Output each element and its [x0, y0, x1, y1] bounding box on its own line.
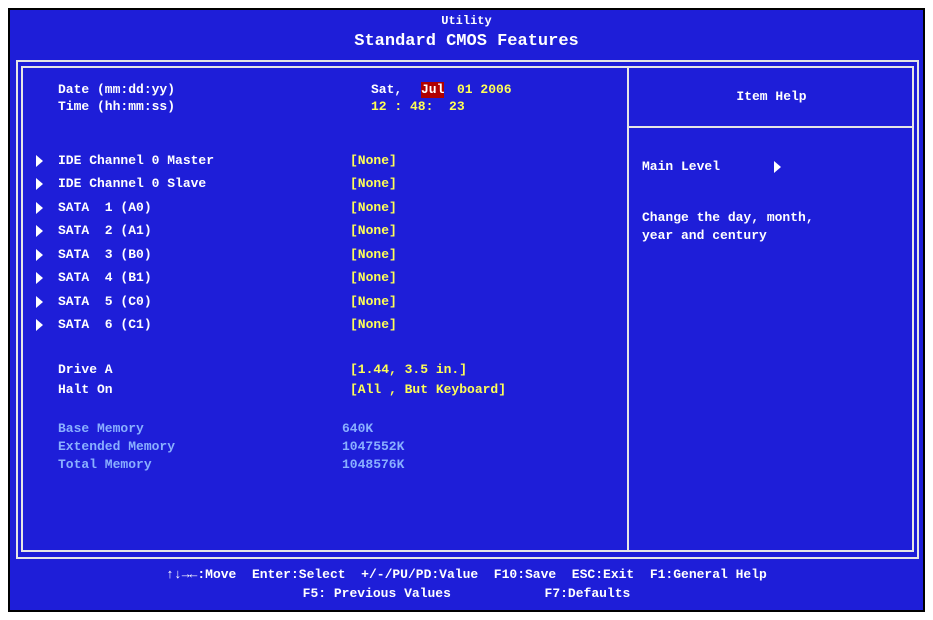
time-field[interactable]: 12 : 48: 23	[371, 99, 465, 115]
submenu-label: SATA 5 (C0)	[58, 294, 152, 309]
submenu-label: IDE Channel 0 Master	[58, 153, 215, 168]
submenu-label: SATA 2 (A1)	[58, 223, 152, 238]
help-text-line: Change the day, month,	[642, 210, 814, 225]
key-help-line: ↑↓→←:Move Enter:Select +/-/PU/PD:Value F…	[166, 567, 767, 582]
submenu-arrow-icon	[36, 155, 43, 167]
bios-screen: Utility Standard CMOS Features Date (mm:…	[8, 8, 925, 612]
memory-value: 1048576K	[342, 457, 405, 472]
help-level: Main Level	[642, 159, 721, 174]
submenu-arrow-icon	[36, 249, 43, 261]
submenu-label: SATA 3 (B0)	[58, 247, 152, 262]
submenu-label: SATA 1 (A0)	[58, 200, 152, 215]
option-label: Halt On	[58, 382, 113, 397]
submenu-arrow-icon	[36, 225, 43, 237]
help-text-line: year and century	[642, 228, 767, 243]
chevron-right-icon	[774, 161, 781, 173]
submenu-label: SATA 4 (B1)	[58, 270, 152, 285]
submenu-value: [None]	[350, 223, 397, 238]
submenu-value: [None]	[350, 153, 397, 168]
date-label: Date (mm:dd:yy)	[58, 82, 176, 97]
memory-value: 1047552K	[342, 439, 405, 454]
memory-label: Total Memory	[58, 457, 152, 472]
submenu-value: [None]	[350, 270, 397, 285]
submenu-arrow-icon	[36, 202, 43, 214]
submenu-arrow-icon	[36, 319, 43, 331]
memory-value: 640K	[342, 421, 374, 436]
utility-label: Utility	[441, 14, 492, 28]
memory-label: Base Memory	[58, 421, 144, 436]
submenu-value: [None]	[350, 200, 397, 215]
submenu-value: [None]	[350, 317, 397, 332]
memory-label: Extended Memory	[58, 439, 176, 454]
help-divider	[627, 66, 629, 552]
time-label: Time (hh:mm:ss)	[58, 99, 176, 114]
option-value: [1.44, 3.5 in.]	[350, 362, 468, 377]
submenu-value: [None]	[350, 176, 397, 191]
page-title: Standard CMOS Features	[354, 32, 579, 51]
main-frame-inner	[21, 66, 914, 552]
submenu-value: [None]	[350, 294, 397, 309]
date-day: Sat,	[371, 82, 403, 97]
key-help-line: F5: Previous Values F7:Defaults	[302, 586, 631, 601]
option-label: Drive A	[58, 362, 113, 377]
submenu-arrow-icon	[36, 272, 43, 284]
option-value: [All , But Keyboard]	[350, 382, 507, 397]
date-rest-field[interactable]: 01 2006	[457, 82, 512, 98]
date-month-field[interactable]: Jul	[421, 82, 445, 98]
submenu-value: [None]	[350, 247, 397, 262]
submenu-label: SATA 6 (C1)	[58, 317, 152, 332]
submenu-arrow-icon	[36, 296, 43, 308]
submenu-label: IDE Channel 0 Slave	[58, 176, 207, 191]
help-title: Item Help	[736, 89, 807, 104]
submenu-arrow-icon	[36, 178, 43, 190]
help-separator	[627, 126, 914, 128]
